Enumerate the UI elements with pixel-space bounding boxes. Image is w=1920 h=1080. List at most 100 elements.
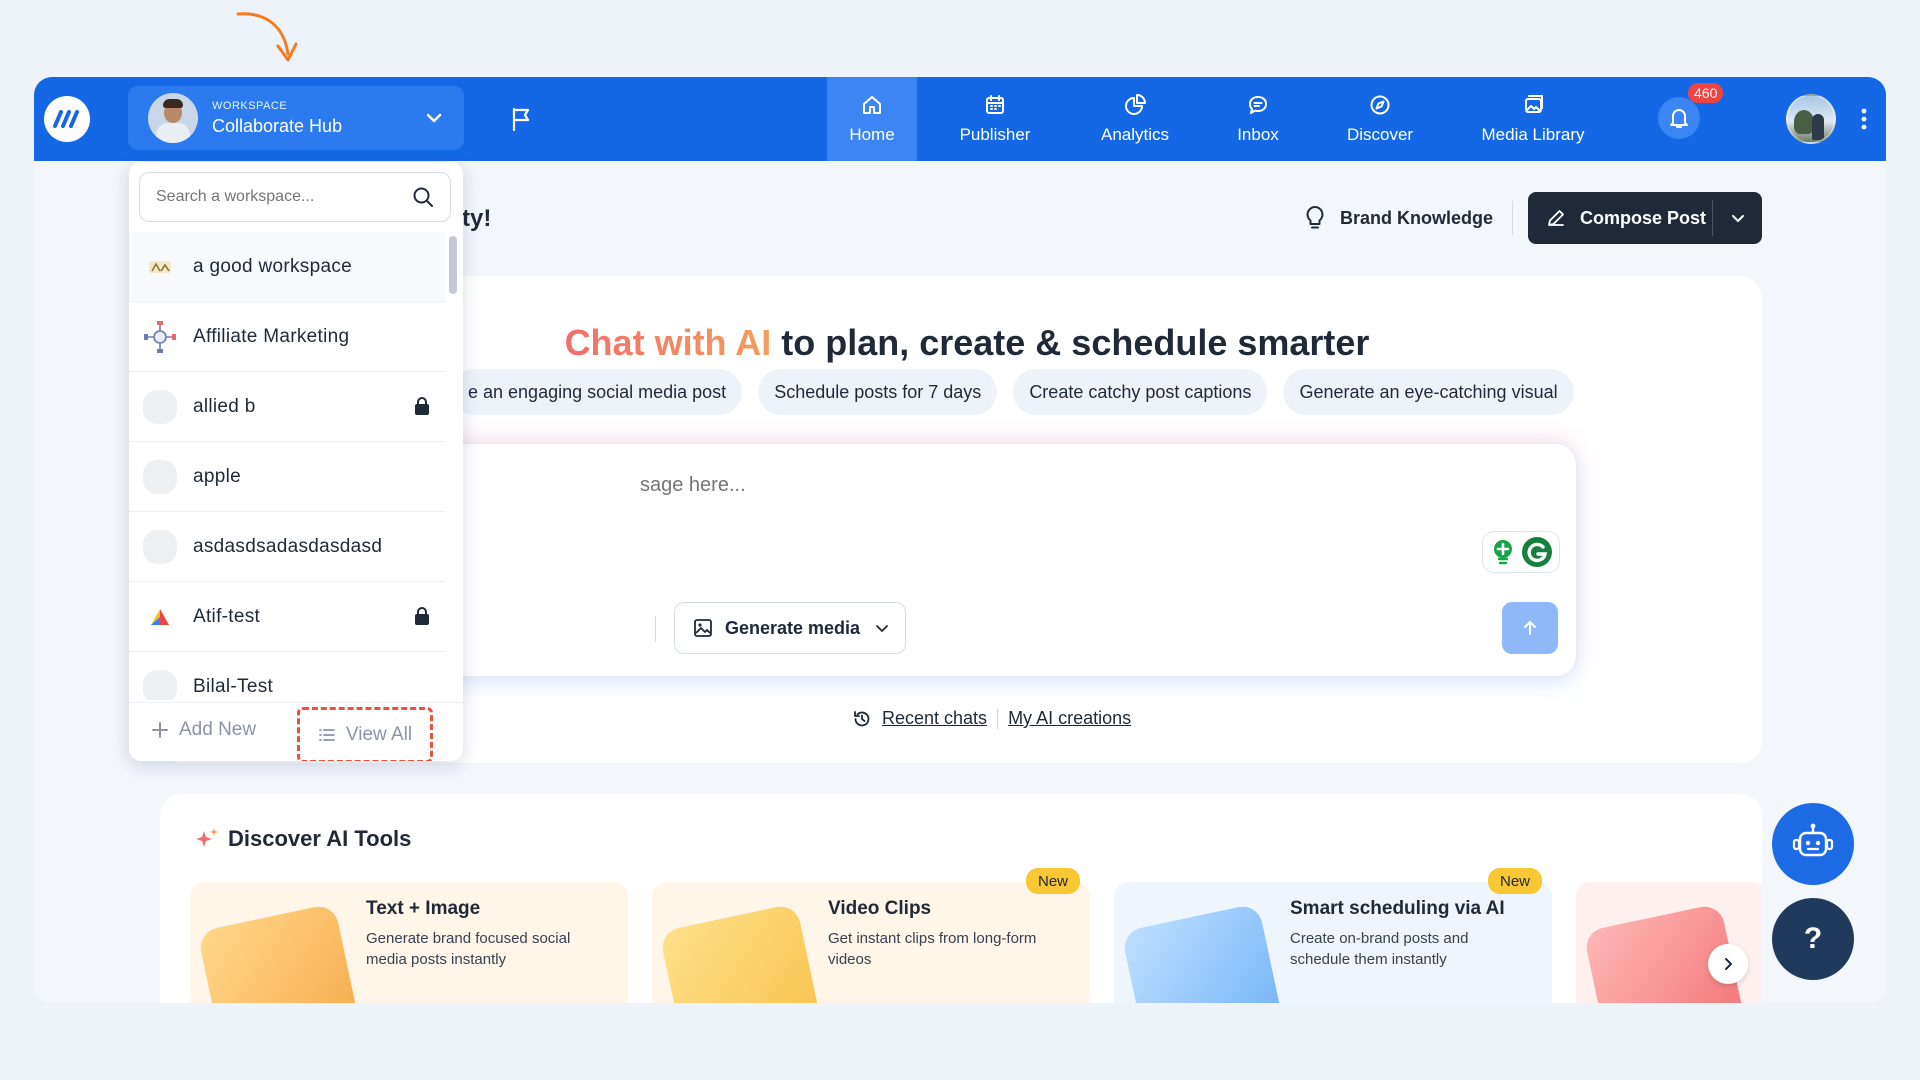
history-icon (854, 710, 870, 726)
chat-composer: Generate media (440, 444, 1576, 676)
tool-thumbnail (196, 902, 364, 1003)
workspace-item-name: Bilal-Test (193, 675, 274, 697)
triangle-logo-icon (151, 608, 169, 625)
workspace-label: WORKSPACE (212, 99, 288, 112)
workspace-item[interactable]: a good workspace (129, 232, 445, 302)
grammarly-icon (1521, 537, 1552, 567)
headline-highlight: Chat with AI (564, 322, 772, 363)
tool-card-text-image[interactable]: Text + Image Generate brand focused soci… (190, 882, 628, 1003)
nav-analytics[interactable]: Analytics (1073, 77, 1197, 161)
tool-title: Video Clips (828, 898, 932, 919)
workspace-item[interactable]: Bilal-Test (129, 652, 445, 700)
chat-message-input[interactable] (640, 474, 1440, 497)
prompt-chip[interactable]: Create catchy post captions (1013, 369, 1268, 415)
prompt-chip[interactable]: Generate an eye-catching visual (1283, 369, 1574, 415)
workspace-logo-icon (149, 260, 171, 273)
new-badge: New (1026, 868, 1081, 894)
workspace-list-scrollbar[interactable] (449, 236, 457, 294)
toolbar-divider (655, 616, 656, 642)
nav-label-publisher: Publisher (959, 125, 1031, 144)
prompt-chips: e an engaging social media post Schedule… (452, 369, 1574, 415)
help-button[interactable]: ? (1772, 898, 1854, 980)
chevron-down-icon (1731, 215, 1744, 222)
workspace-switcher[interactable]: WORKSPACE Collaborate Hub (128, 86, 464, 150)
generate-media-dropdown[interactable]: Generate media (674, 602, 906, 654)
compose-post-button[interactable]: Compose Post (1528, 192, 1712, 244)
ai-assistant-button[interactable] (1772, 803, 1854, 885)
pie-chart-icon (1125, 94, 1146, 115)
workspace-item-name: allied b (193, 395, 256, 417)
tool-card-video-clips[interactable]: Video Clips Get instant clips from long-… (652, 882, 1090, 1003)
image-gallery-icon (1525, 95, 1543, 113)
generate-media-label: Generate media (725, 617, 861, 638)
prompt-chip[interactable]: e an engaging social media post (452, 369, 743, 415)
new-badge: New (1488, 868, 1543, 894)
workspace-search (139, 172, 451, 222)
compose-post-group: Compose Post (1528, 192, 1762, 244)
nav-publisher[interactable]: Publisher (917, 77, 1073, 161)
workspace-search-input[interactable] (156, 188, 412, 206)
workspace-item[interactable]: Affiliate Marketing (129, 302, 445, 372)
workspace-avatar (148, 93, 198, 143)
tool-card-partial[interactable] (1576, 882, 1762, 1003)
compose-post-label: Compose Post (1580, 207, 1707, 228)
more-options-icon[interactable] (1860, 105, 1868, 133)
headline-rest: to plan, create & schedule smarter (771, 322, 1370, 363)
home-icon (863, 96, 881, 114)
workspace-item-name: a good workspace (193, 255, 353, 277)
lock-icon (415, 607, 429, 625)
pencil-icon (1548, 210, 1564, 226)
workspace-dropdown-footer: Add New View All (129, 702, 463, 761)
send-message-button[interactable] (1502, 602, 1558, 654)
recent-chats-link[interactable]: Recent chats (882, 708, 987, 729)
flag-icon[interactable] (508, 105, 536, 133)
my-ai-creations-link[interactable]: My AI creations (1008, 708, 1131, 729)
nav-media-library[interactable]: Media Library (1441, 77, 1625, 161)
workspace-item[interactable]: allied b (129, 372, 445, 442)
workspace-logo (143, 669, 177, 700)
workspace-item[interactable]: asdasdsadasdasdasd (129, 512, 445, 582)
chevron-down-icon (426, 113, 442, 123)
workspace-logo (143, 320, 177, 354)
notifications-button[interactable] (1658, 97, 1700, 139)
tool-card-smart-scheduling[interactable]: Smart scheduling via AI Create on-brand … (1114, 882, 1552, 1003)
nav-label-analytics: Analytics (1100, 125, 1170, 144)
add-new-workspace-button[interactable]: Add New (151, 719, 256, 741)
nav-discover[interactable]: Discover (1319, 77, 1441, 161)
annotation-arrow-icon (236, 12, 298, 62)
brand-knowledge-label: Brand Knowledge (1340, 207, 1494, 228)
add-new-label: Add New (179, 719, 257, 740)
workspace-item-name: Affiliate Marketing (193, 325, 350, 347)
carousel-next-button[interactable] (1708, 944, 1748, 984)
view-all-label: View All (345, 724, 413, 745)
tool-title: Text + Image (366, 898, 481, 919)
lightbulb-plus-icon (1493, 540, 1512, 565)
compose-post-dropdown[interactable] (1713, 192, 1762, 244)
discover-title-text: Discover AI Tools (228, 826, 412, 851)
workspace-logo (143, 600, 177, 634)
header-divider (1512, 201, 1513, 235)
discover-title: Discover AI Tools (194, 826, 411, 852)
chevron-down-icon (876, 625, 888, 632)
list-icon (319, 729, 335, 741)
workspace-list: a good workspace Affiliate Marketing all… (129, 232, 445, 700)
nav-inbox[interactable]: Inbox (1197, 77, 1319, 161)
main-nav: Home Publisher Analytics Inbox Discover … (827, 77, 1625, 161)
user-avatar[interactable] (1786, 94, 1836, 144)
network-icon (144, 320, 176, 353)
tool-description: Get instant clips from long-form videos (828, 930, 1037, 968)
workspace-item[interactable]: apple (129, 442, 445, 512)
writing-assistant-badges[interactable] (1482, 531, 1560, 573)
prompt-chip[interactable]: Schedule posts for 7 days (758, 369, 998, 415)
nav-home[interactable]: Home (827, 77, 917, 161)
discover-ai-tools-section: Discover AI Tools Text + Image Generate … (160, 794, 1762, 1003)
app-logo[interactable] (44, 96, 90, 142)
tool-description: Create on-brand posts and schedule them … (1290, 930, 1469, 968)
workspace-item[interactable]: Atif-test (129, 582, 445, 652)
brand-knowledge-button[interactable]: Brand Knowledge (1304, 205, 1493, 231)
chat-history-links: Recent chats My AI creations (852, 708, 1131, 729)
tool-thumbnail (1120, 902, 1288, 1003)
view-all-workspaces-button[interactable]: View All (297, 707, 433, 761)
search-icon[interactable] (412, 186, 434, 208)
compass-icon (1370, 95, 1390, 115)
